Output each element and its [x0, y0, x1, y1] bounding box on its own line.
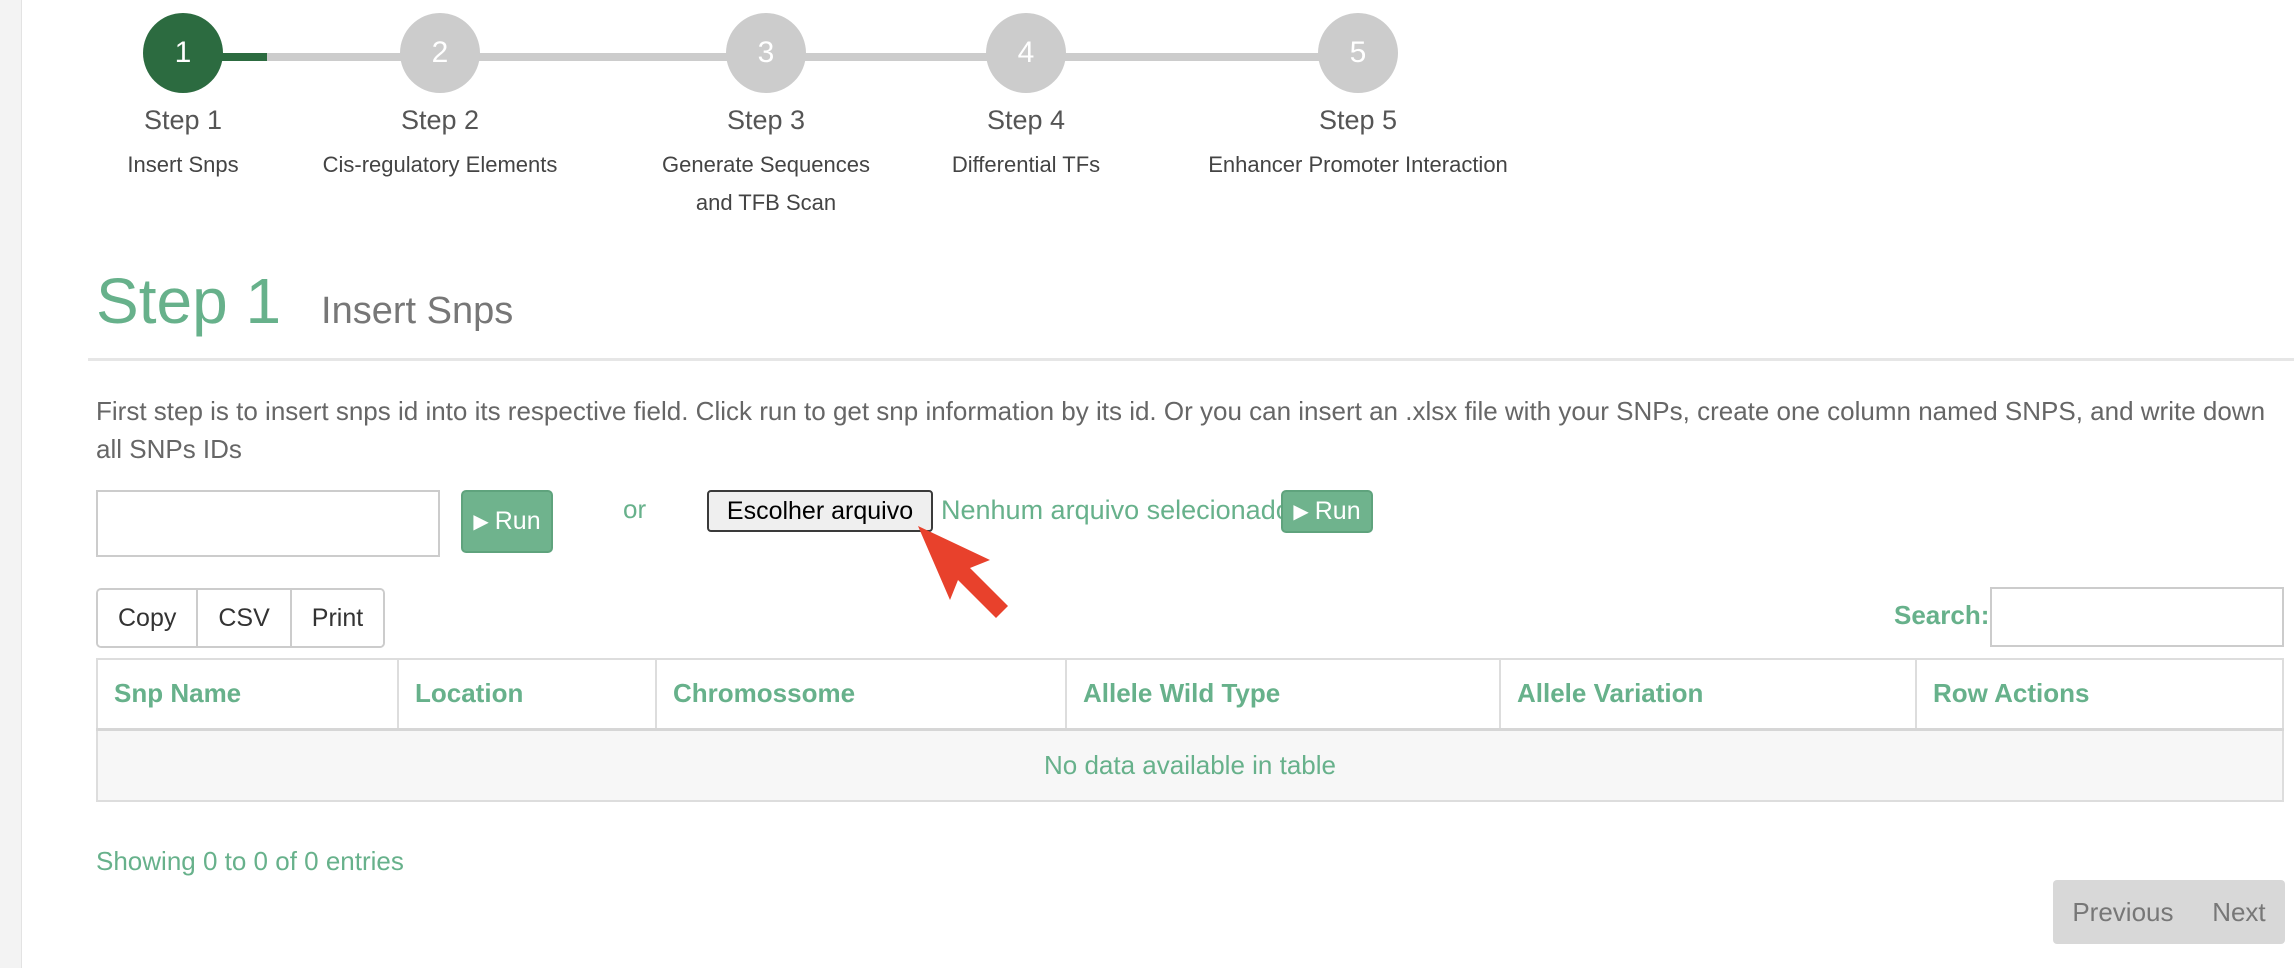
search-label: Search:	[1894, 600, 1990, 630]
copy-button[interactable]: Copy	[98, 590, 199, 646]
column-header-row-actions[interactable]: Row Actions	[1915, 658, 2284, 731]
file-run-button-label: Run	[1314, 497, 1361, 525]
choose-file-button[interactable]: Escolher arquivo	[707, 490, 933, 532]
intro-text: First step is to insert snps id into its…	[96, 396, 2266, 464]
csv-button[interactable]: CSV	[198, 590, 292, 646]
column-header-location[interactable]: Location	[397, 658, 657, 731]
run-button[interactable]: ▶ Run	[461, 490, 553, 553]
column-header-snp-name[interactable]: Snp Name	[96, 658, 399, 731]
page-title-step: Step 1	[96, 265, 282, 337]
step-1-circle[interactable]: 1	[143, 13, 223, 93]
play-icon: ▶	[1293, 501, 1309, 523]
step-5-subtitle: Enhancer Promoter Interaction	[1208, 152, 1508, 177]
step-2-circle[interactable]: 2	[400, 13, 480, 93]
print-button[interactable]: Print	[291, 590, 384, 646]
play-icon: ▶	[473, 511, 489, 533]
wizard-stepper: 1 Step 1 Insert Snps 2 Step 2 Cis-regula…	[0, 0, 2294, 230]
pagination: Previous Next	[2053, 880, 2285, 944]
file-run-button[interactable]: ▶ Run	[1281, 490, 1373, 533]
run-button-label: Run	[494, 507, 541, 535]
table-row: No data available in table	[96, 728, 2284, 802]
table-info: Showing 0 to 0 of 0 entries	[96, 846, 404, 876]
empty-table-message: No data available in table	[96, 728, 2284, 802]
table-header-row: Snp Name Location Chromossome Allele Wil…	[96, 658, 2284, 731]
column-header-allele-variation[interactable]: Allele Variation	[1499, 658, 1917, 731]
step-2-subtitle: Cis-regulatory Elements	[322, 152, 558, 177]
step-4-circle[interactable]: 4	[986, 13, 1066, 93]
column-header-chromossome[interactable]: Chromossome	[655, 658, 1067, 731]
next-button[interactable]: Next	[2212, 897, 2265, 928]
choose-file-label: Escolher arquivo	[726, 496, 914, 525]
export-button-group: Copy CSV Print	[96, 588, 386, 648]
step-5-circle[interactable]: 5	[1318, 13, 1398, 93]
previous-button[interactable]: Previous	[2072, 897, 2173, 928]
step-3-circle[interactable]: 3	[726, 13, 806, 93]
page-title-subtitle: Insert Snps	[321, 290, 514, 332]
snp-id-input[interactable]	[96, 490, 440, 557]
search-input[interactable]	[1990, 587, 2284, 647]
annotation-arrow-icon	[918, 526, 1008, 618]
snp-table: Snp Name Location Chromossome Allele Wil…	[96, 658, 2284, 802]
step-5-title: Step 5	[1318, 105, 1398, 135]
column-header-allele-wild-type[interactable]: Allele Wild Type	[1065, 658, 1501, 731]
heading-divider	[88, 358, 2294, 361]
or-separator: or	[623, 494, 647, 524]
page-title: Step 1 Insert Snps	[96, 264, 513, 338]
